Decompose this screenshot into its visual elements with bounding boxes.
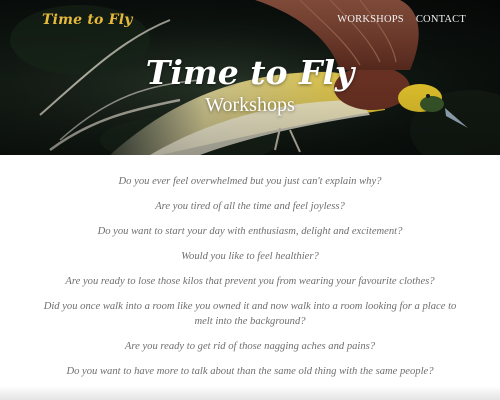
nav-contact-link[interactable]: CONTACT bbox=[416, 14, 466, 25]
hero-subtitle: Workshops bbox=[205, 94, 295, 116]
question-item: Would you like to feel healthier? bbox=[181, 251, 319, 262]
questions-list: Do you ever feel overwhelmed but you jus… bbox=[40, 174, 460, 389]
question-item: Are you ready to lose those kilos that p… bbox=[65, 276, 435, 287]
nav-workshops-link[interactable]: WORKSHOPS bbox=[337, 14, 404, 25]
question-item: Do you want to have more to talk about t… bbox=[66, 366, 434, 377]
question-item: Do you ever feel overwhelmed but you jus… bbox=[118, 176, 382, 187]
main-nav: WORKSHOPS CONTACT bbox=[337, 14, 466, 25]
question-item: Are you ready to get rid of those naggin… bbox=[124, 341, 376, 352]
question-item: Did you once walk into a room like you o… bbox=[43, 301, 457, 327]
hero-title: Time to Fly bbox=[145, 53, 355, 92]
hero-banner: Time to Fly WORKSHOPS CONTACT Time to Fl… bbox=[0, 0, 500, 155]
site-logo[interactable]: Time to Fly bbox=[42, 12, 133, 28]
question-item: Are you tired of all the time and feel j… bbox=[155, 201, 345, 212]
page: Time to Fly WORKSHOPS CONTACT Time to Fl… bbox=[0, 0, 500, 400]
question-item: Do you want to start your day with enthu… bbox=[97, 226, 403, 237]
bottom-fade bbox=[0, 386, 500, 400]
